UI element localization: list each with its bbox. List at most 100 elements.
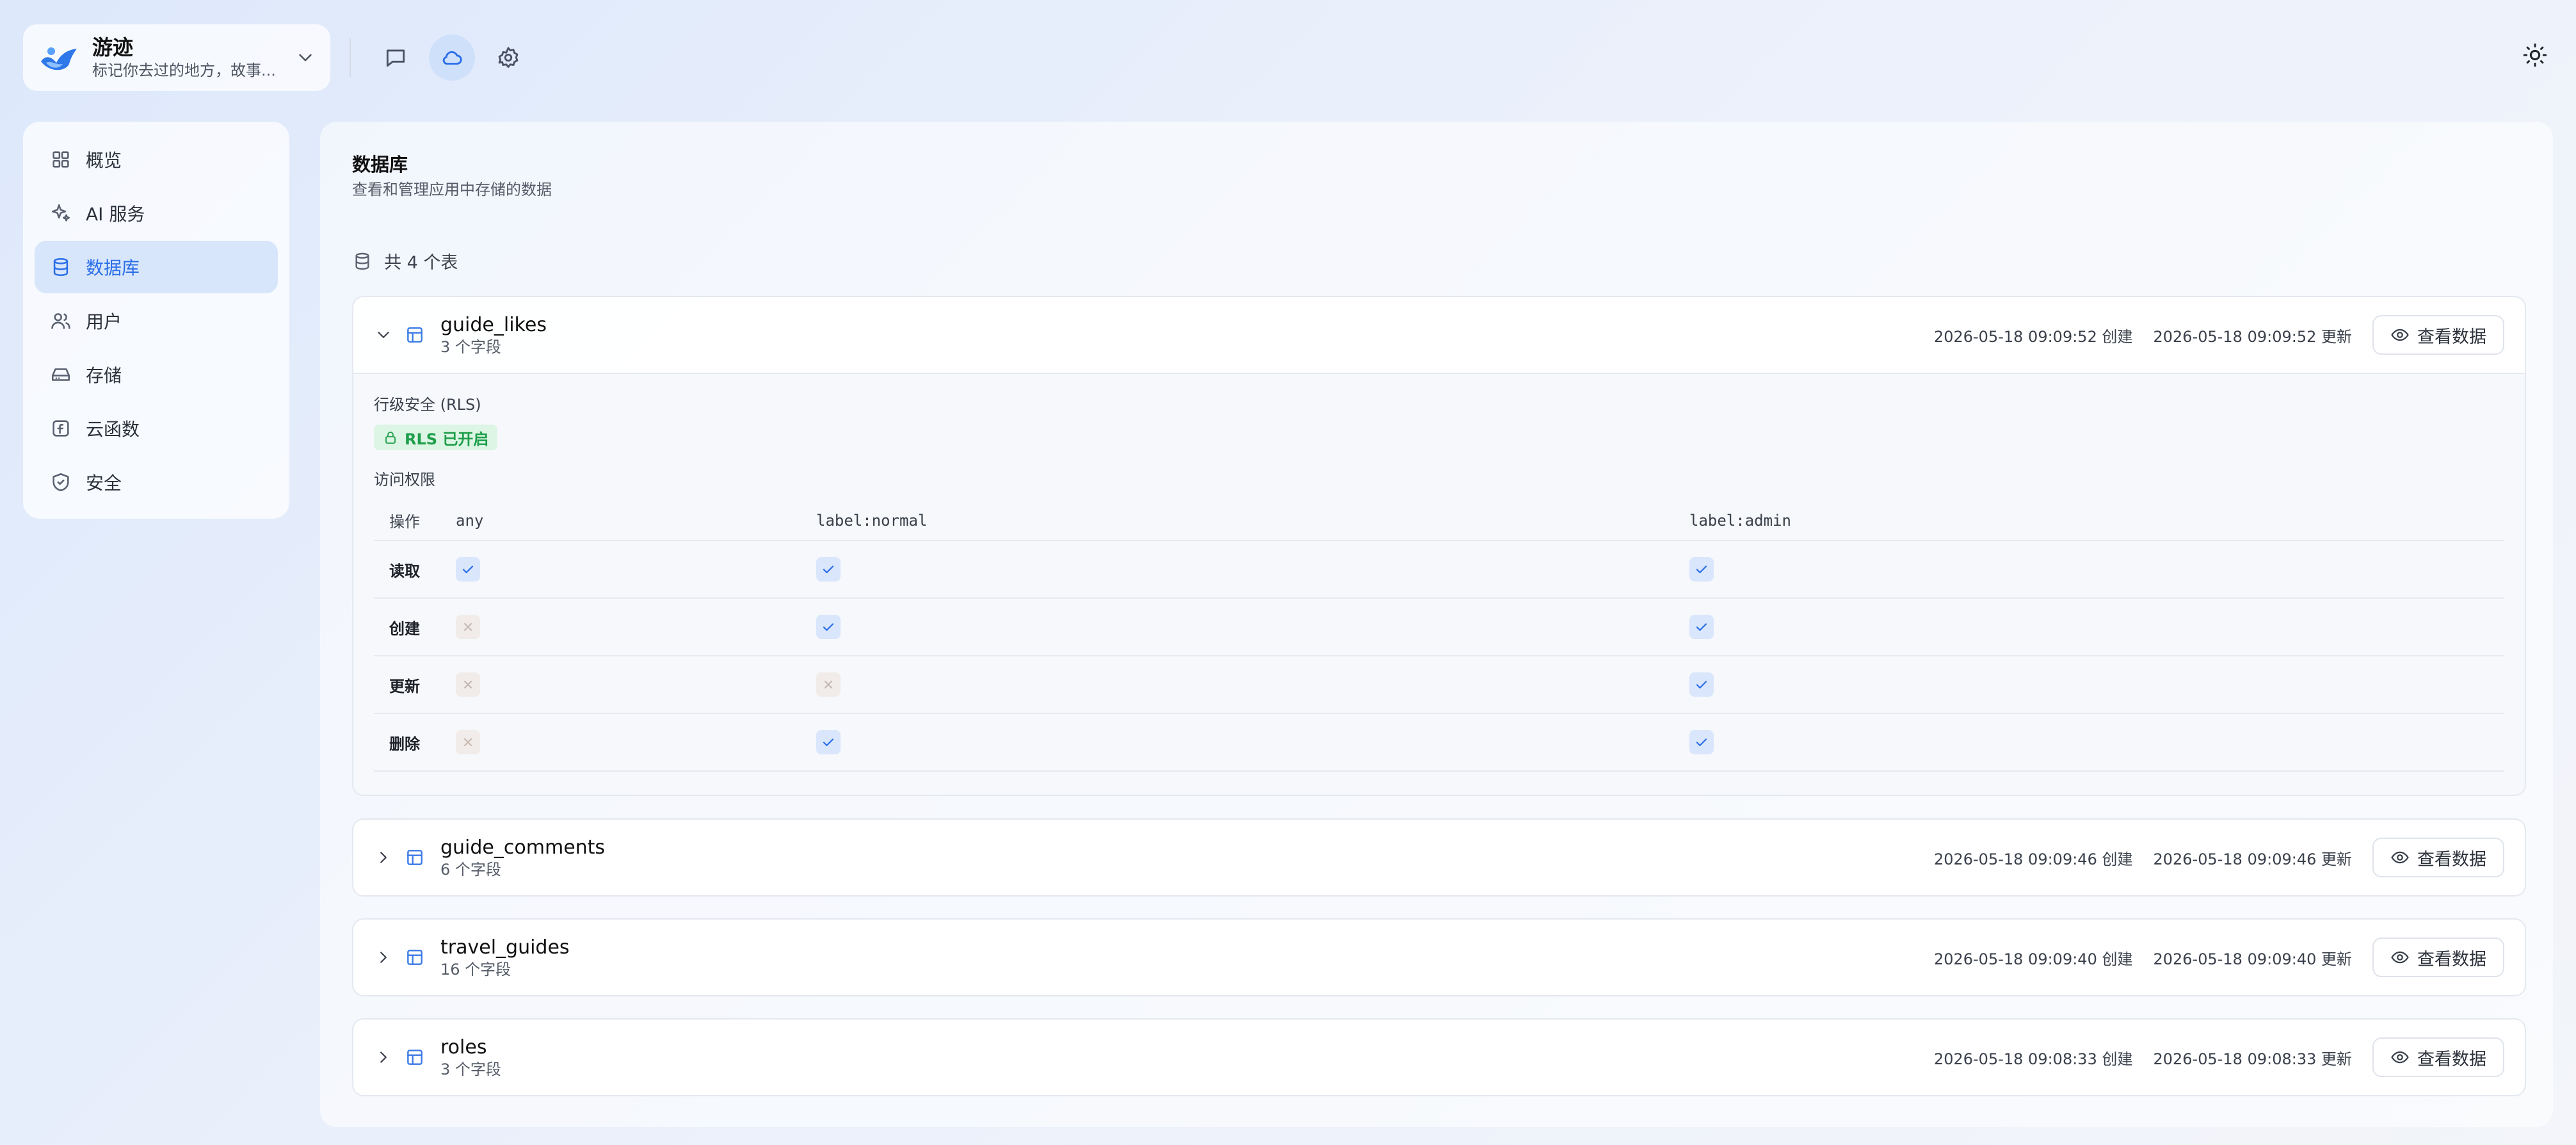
view-data-label: 查看数据 — [2417, 849, 2486, 870]
permissions-table: 操作 any label:normal label:admin 读取 创建 更新 删除 — [374, 501, 2504, 772]
permission-action: 创建 — [374, 598, 456, 656]
table-row: 读取 — [374, 540, 2504, 599]
sidebar-item-label: 数据库 — [86, 257, 140, 279]
check-icon — [456, 557, 480, 581]
table-header-row: 操作 any label:normal label:admin — [374, 501, 2504, 541]
permission-cell-admin — [1689, 656, 2504, 714]
x-icon — [456, 615, 480, 639]
table-created: 2026-05-18 09:09:40 创建 — [1933, 950, 2133, 968]
shield-icon — [50, 471, 72, 493]
permission-cell-admin — [1689, 713, 2504, 772]
main-panel: 数据库 查看和管理应用中存储的数据 共 4 个表 guide_likes 3 个… — [320, 122, 2553, 1127]
view-data-label: 查看数据 — [2417, 949, 2486, 970]
table-row: 创建 — [374, 598, 2504, 656]
rls-panel: 行级安全 (RLS) RLS 已开启 访问权限 操作 any label:nor… — [353, 373, 2525, 795]
eye-icon — [2390, 948, 2410, 967]
sidebar-item-users[interactable]: 用户 — [35, 295, 278, 347]
x-icon — [816, 672, 841, 697]
cloud-icon — [440, 45, 464, 70]
check-icon — [816, 730, 841, 754]
permission-cell-any — [456, 713, 816, 772]
page-title: 数据库 — [352, 154, 408, 175]
table-count-label: 共 4 个表 — [384, 253, 458, 273]
permission-cell-admin — [1689, 540, 2504, 599]
permission-action: 删除 — [374, 713, 456, 772]
chat-button[interactable] — [373, 35, 419, 81]
view-data-label: 查看数据 — [2417, 327, 2486, 347]
eye-icon — [2390, 848, 2410, 867]
sidebar-item-ai-service[interactable]: AI 服务 — [35, 187, 278, 240]
column-header-action: 操作 — [374, 501, 456, 541]
table-icon — [405, 947, 425, 968]
permission-cell-normal — [816, 656, 1689, 714]
table-field-count: 3 个字段 — [440, 338, 501, 356]
table-name: guide_likes — [440, 314, 547, 336]
x-icon — [456, 730, 480, 754]
view-data-button[interactable]: 查看数据 — [2372, 938, 2504, 977]
app-switcher[interactable]: 游迹 标记你去过的地方，故事... — [23, 24, 330, 91]
table-card-header[interactable]: guide_comments 6 个字段 2026-05-18 09:09:46… — [353, 820, 2525, 895]
top-toolbar — [350, 33, 542, 82]
view-data-button[interactable]: 查看数据 — [2372, 1037, 2504, 1077]
app-logo — [37, 36, 81, 79]
sidebar-item-label: 云函数 — [86, 419, 140, 440]
table-card-guide-comments: guide_comments 6 个字段 2026-05-18 09:09:46… — [352, 818, 2526, 897]
table-icon — [405, 1047, 425, 1068]
table-card-header[interactable]: roles 3 个字段 2026-05-18 09:08:33 创建 2026-… — [353, 1019, 2525, 1095]
rls-badge-label: RLS 已开启 — [405, 430, 489, 448]
table-updated: 2026-05-18 09:08:33 更新 — [2153, 1050, 2352, 1068]
table-created: 2026-05-18 09:08:33 创建 — [1933, 1050, 2133, 1068]
table-card-header[interactable]: guide_likes 3 个字段 2026-05-18 09:09:52 创建… — [353, 297, 2525, 373]
view-data-button[interactable]: 查看数据 — [2372, 838, 2504, 877]
gear-icon — [496, 45, 520, 70]
users-icon — [50, 310, 72, 332]
table-created: 2026-05-18 09:09:46 创建 — [1933, 850, 2133, 868]
table-updated: 2026-05-18 09:09:52 更新 — [2153, 327, 2352, 346]
sidebar-item-security[interactable]: 安全 — [35, 456, 278, 508]
app-name: 游迹 — [92, 35, 134, 60]
sidebar-item-functions[interactable]: 云函数 — [35, 402, 278, 455]
chevron-right-icon[interactable] — [374, 848, 393, 867]
table-card-travel-guides: travel_guides 16 个字段 2026-05-18 09:09:40… — [352, 918, 2526, 996]
chevron-down-icon[interactable] — [374, 325, 393, 345]
table-field-count: 3 个字段 — [440, 1060, 501, 1078]
view-data-label: 查看数据 — [2417, 1049, 2486, 1069]
table-row: 更新 — [374, 656, 2504, 714]
sidebar-item-storage[interactable]: 存储 — [35, 348, 278, 401]
sun-icon[interactable] — [2522, 42, 2548, 68]
view-data-button[interactable]: 查看数据 — [2372, 315, 2504, 355]
table-field-count: 6 个字段 — [440, 861, 501, 879]
permission-cell-any — [456, 540, 816, 599]
chevron-down-icon[interactable] — [294, 47, 316, 69]
permission-action: 读取 — [374, 540, 456, 599]
settings-button[interactable] — [485, 35, 531, 81]
permission-cell-normal — [816, 598, 1689, 656]
eye-icon — [2390, 1048, 2410, 1067]
sidebar-item-overview[interactable]: 概览 — [35, 133, 278, 186]
permission-cell-normal — [816, 540, 1689, 599]
sidebar-item-label: 用户 — [86, 311, 122, 332]
permissions-label: 访问权限 — [374, 471, 435, 489]
table-card-header[interactable]: travel_guides 16 个字段 2026-05-18 09:09:40… — [353, 920, 2525, 995]
toolbar-divider — [350, 38, 351, 77]
check-icon — [816, 557, 841, 581]
cloud-button[interactable] — [429, 35, 475, 81]
function-icon — [50, 418, 72, 439]
sidebar-item-label: 概览 — [86, 150, 122, 171]
column-header-any: any — [456, 501, 816, 541]
sidebar-item-database[interactable]: 数据库 — [35, 241, 278, 293]
table-name: roles — [440, 1036, 487, 1059]
table-card-guide-likes: guide_likes 3 个字段 2026-05-18 09:09:52 创建… — [352, 296, 2526, 796]
chevron-right-icon[interactable] — [374, 948, 393, 967]
database-icon — [50, 256, 72, 278]
table-icon — [405, 847, 425, 868]
permission-cell-normal — [816, 713, 1689, 772]
sidebar-item-label: 安全 — [86, 473, 122, 494]
sidebar-item-label: AI 服务 — [86, 204, 145, 225]
grid-icon — [50, 149, 72, 170]
table-count: 共 4 个表 — [352, 248, 458, 273]
sidebar-item-label: 存储 — [86, 365, 122, 386]
chevron-right-icon[interactable] — [374, 1048, 393, 1067]
check-icon — [1689, 730, 1714, 754]
table-name: travel_guides — [440, 936, 570, 959]
